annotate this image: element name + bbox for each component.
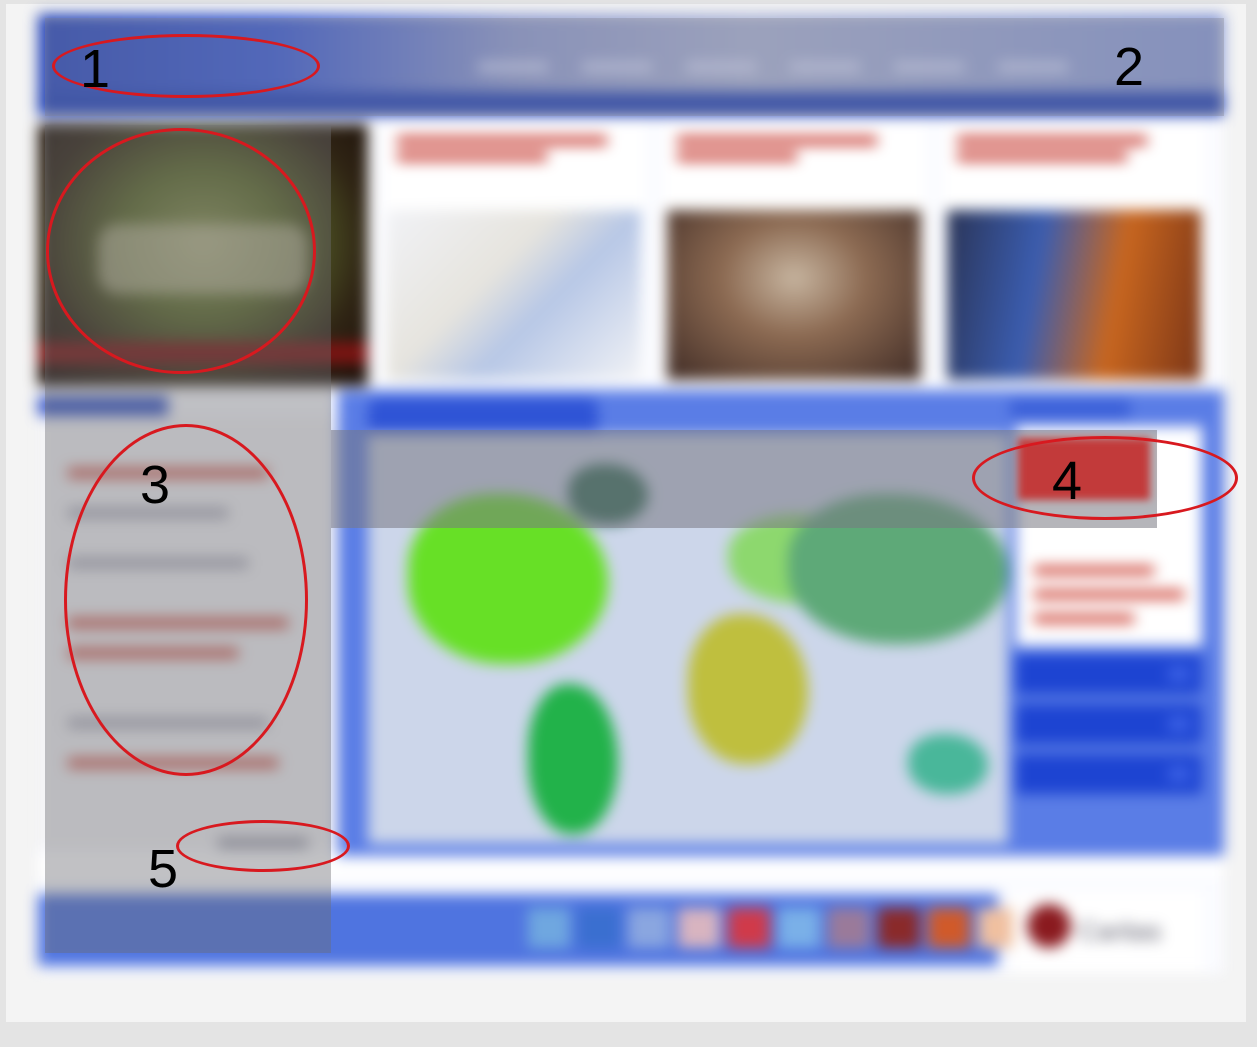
annotation-number-1: 1 [80,39,111,99]
story-image-photo[interactable] [947,210,1201,380]
partner-logo-strip [528,908,1020,948]
caritas-emblem-icon [1027,904,1071,948]
sidebar-button-3[interactable] [1016,754,1202,794]
partner-logo[interactable] [828,908,870,948]
sidebar-button-2[interactable] [1016,704,1202,744]
story-headline[interactable] [397,136,617,170]
partner-logo[interactable] [928,908,970,948]
caritas-logo[interactable]: Caritas [1013,892,1203,972]
arrow-icon [1168,767,1190,781]
sidebar-link[interactable] [1034,590,1184,599]
arrow-icon [1168,717,1190,731]
sidebar-button-1[interactable] [1016,654,1202,694]
annotation-ring-3 [64,424,308,776]
partner-logo[interactable] [678,908,720,948]
annotation-ring-4 [972,436,1238,520]
sidebar-link[interactable] [1034,614,1134,623]
news-story-3[interactable] [943,124,1205,386]
partner-logo[interactable] [628,908,670,948]
partner-logo[interactable] [728,908,770,948]
annotation-number-5: 5 [148,839,179,899]
story-headline[interactable] [677,136,897,170]
annotation-number-3: 3 [140,455,171,515]
arrow-icon [1168,667,1190,681]
map-region-africa[interactable] [688,614,808,764]
caritas-wordmark: Caritas [1079,916,1162,946]
map-region-south-america[interactable] [528,684,618,834]
news-story-2[interactable] [663,124,925,386]
news-story-1[interactable] [383,124,645,386]
annotation-ring-hero [46,128,316,374]
partner-logo[interactable] [578,908,620,948]
sidebar-link[interactable] [1034,566,1154,575]
partner-logo[interactable] [778,908,820,948]
partner-logo[interactable] [878,908,920,948]
annotation-number-4: 4 [1052,451,1083,511]
map-region-australia[interactable] [908,734,988,794]
annotation-number-2: 2 [1114,37,1145,97]
partner-logo[interactable] [528,908,570,948]
story-headline[interactable] [957,136,1177,170]
tab-secondary[interactable] [1010,400,1130,418]
story-image-photo[interactable] [667,210,921,380]
annotation-ring-5 [176,820,350,872]
story-image-chart[interactable] [387,210,641,380]
